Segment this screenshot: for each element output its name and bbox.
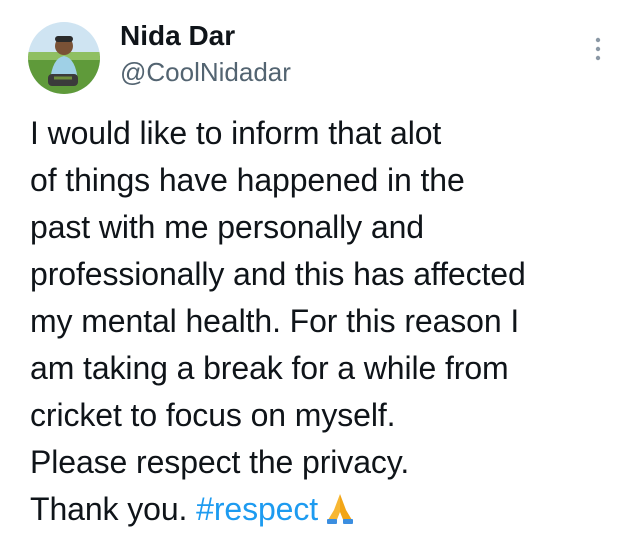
tweet-text: I would like to inform that alot of thin… [30, 110, 620, 539]
tweet-card: Nida Dar @CoolNidadar I would like to in… [0, 0, 630, 534]
tweet-line: am taking a break for a while from [30, 350, 509, 386]
author-name[interactable]: Nida Dar [120, 20, 235, 52]
folded-hands-icon [322, 490, 358, 539]
thank-you-text: Thank you. [30, 491, 188, 527]
tweet-line: I would like to inform that alot [30, 115, 442, 151]
profile-avatar-image [28, 22, 100, 94]
tweet-line: my mental health. For this reason I [30, 303, 520, 339]
avatar[interactable] [28, 22, 100, 94]
author-handle[interactable]: @CoolNidadar [120, 56, 291, 88]
tweet-line: professionally and this has affected [30, 256, 526, 292]
more-vertical-icon [595, 37, 601, 61]
tweet-line: past with me personally and [30, 209, 424, 245]
tweet-line: cricket to focus on myself. [30, 397, 396, 433]
tweet-line: of things have happened in the [30, 162, 465, 198]
tweet-line: Please respect the privacy. [30, 444, 410, 480]
more-options-button[interactable] [586, 34, 610, 64]
hashtag-link[interactable]: #respect [196, 491, 318, 527]
tweet-last-line: Thank you. #respect [30, 486, 620, 539]
